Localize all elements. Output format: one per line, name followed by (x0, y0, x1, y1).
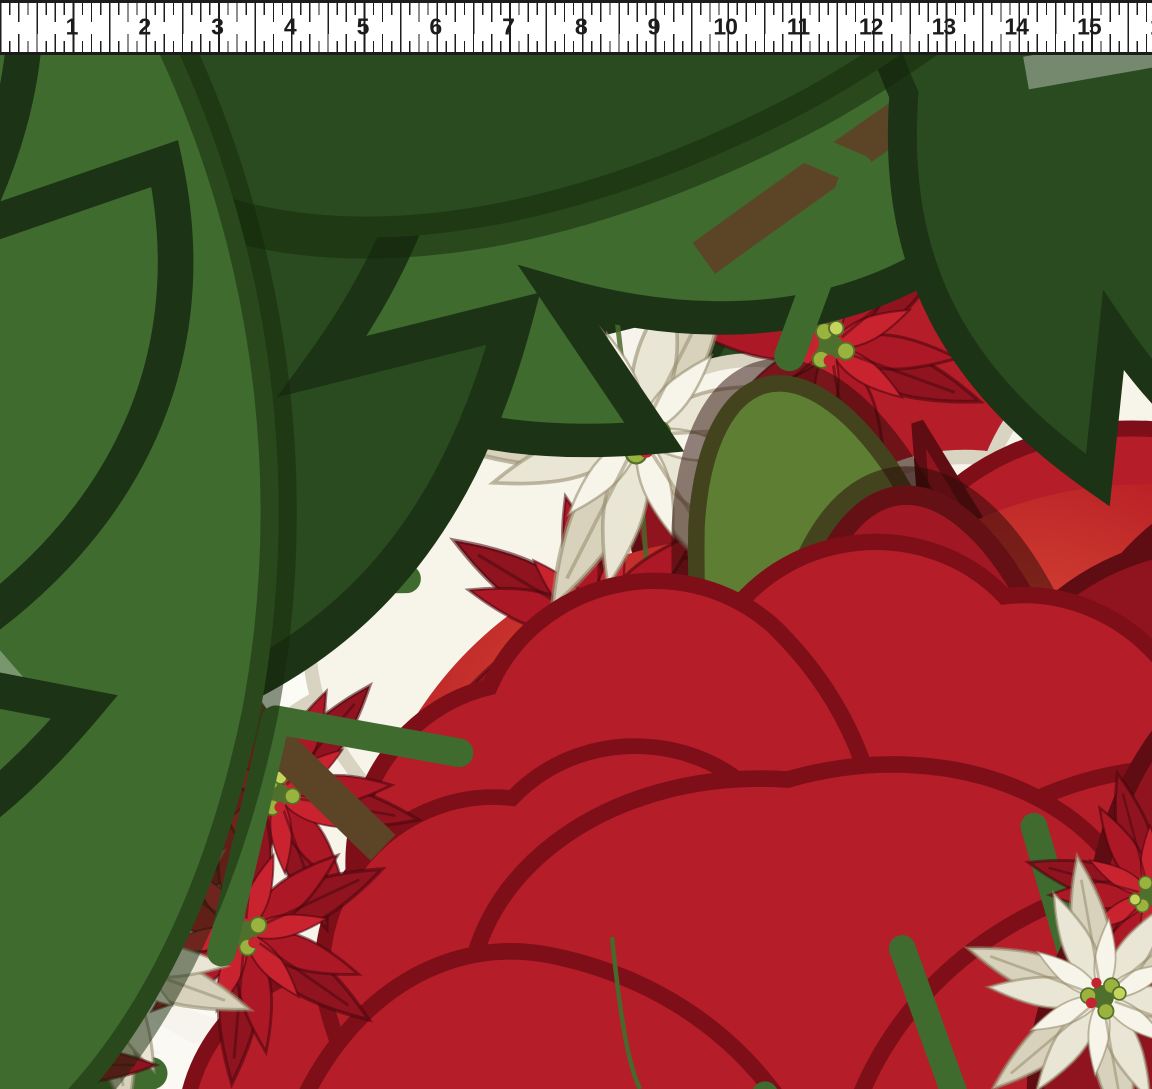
ruler-number: 3 (211, 13, 223, 40)
ruler-number: 14 (1004, 13, 1028, 40)
ruler-number: 7 (502, 13, 514, 40)
ruler-number: 11 (787, 13, 809, 40)
ruler-number: 5 (357, 13, 369, 40)
ruler-number: 8 (575, 13, 587, 40)
ruler-number: 6 (429, 13, 441, 40)
ruler: 1 2 3 4 5 6 7 8 9 10 11 12 13 14 15 16 (0, 0, 1152, 55)
ruler-number: 12 (859, 13, 883, 40)
ruler-number: 1 (66, 13, 78, 40)
ruler-number: 9 (648, 13, 660, 40)
ruler-number: 13 (932, 13, 956, 40)
fabric-swatch-image: 1 2 3 4 5 6 7 8 9 10 11 12 13 14 15 16 (0, 0, 1152, 1089)
ruler-number: 2 (138, 13, 150, 40)
ruler-number: 4 (284, 13, 296, 40)
ruler-number: 15 (1077, 13, 1101, 40)
fabric-print (0, 55, 1152, 1089)
ruler-number: 10 (713, 13, 737, 40)
